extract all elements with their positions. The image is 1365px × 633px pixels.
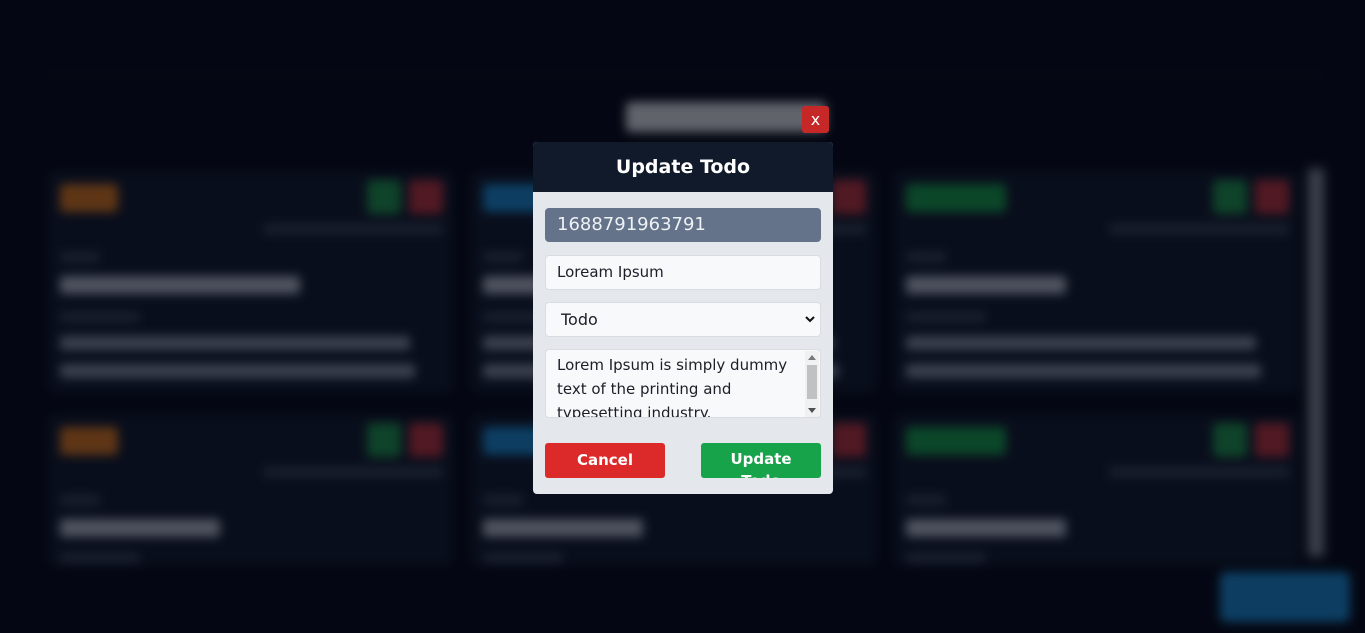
scroll-down-arrow-icon[interactable] xyxy=(808,408,816,413)
scroll-up-arrow-icon[interactable] xyxy=(808,355,816,360)
todo-id-field: 1688791963791 xyxy=(545,208,821,242)
cancel-button[interactable]: Cancel xyxy=(545,443,665,478)
update-todo-modal: Update Todo 1688791963791 Loream Ipsum T… xyxy=(533,142,833,494)
modal-title: Update Todo xyxy=(533,142,833,192)
todo-description-textarea[interactable]: Lorem Ipsum is simply dummy text of the … xyxy=(545,349,821,418)
chevron-down-icon xyxy=(804,303,816,349)
description-text: Lorem Ipsum is simply dummy text of the … xyxy=(557,356,788,418)
scrollbar-thumb[interactable] xyxy=(807,365,817,399)
close-icon: x xyxy=(810,110,821,129)
close-modal-button[interactable]: x xyxy=(802,106,829,133)
status-selected-value: Todo xyxy=(561,310,598,329)
todo-status-select[interactable]: Todo xyxy=(545,302,821,337)
update-todo-button[interactable]: Update Todo xyxy=(701,443,821,478)
textarea-scrollbar[interactable] xyxy=(805,351,819,417)
todo-title-input[interactable]: Loream Ipsum xyxy=(545,255,821,290)
